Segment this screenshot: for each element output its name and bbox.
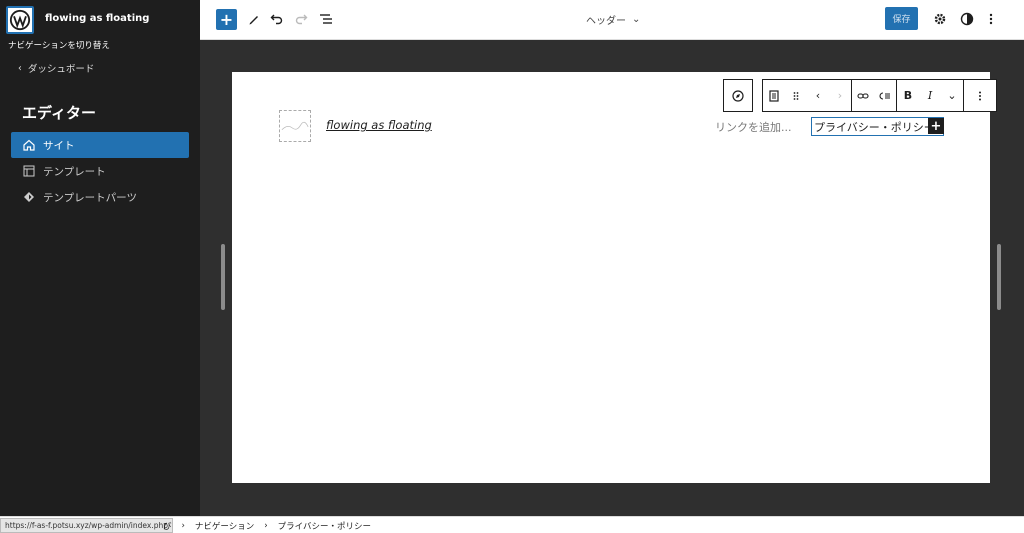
chevron-down-icon: ⌄ [947,89,957,102]
block-inserter-button[interactable]: + [216,9,237,30]
sidebar-title: エディター [22,104,96,122]
breadcrumb: び › ナビゲーション › プライバシー・ポリシー [163,520,371,532]
options-button[interactable] [982,10,1000,28]
toolbar-group-block: ‹ › [762,79,852,112]
site-name[interactable]: flowing as floating [45,13,149,24]
gear-icon [934,13,946,25]
chevron-left-icon: ‹ [815,89,821,102]
site-logo-placeholder[interactable] [279,110,311,142]
image-placeholder-icon [281,121,309,131]
bold-button[interactable]: B [897,80,919,111]
site-hub-button[interactable] [6,6,34,34]
sidebar-item-templates[interactable]: テンプレート [11,158,189,184]
more-vertical-icon [979,91,981,100]
drag-handle[interactable] [785,80,807,111]
chevron-right-icon: › [264,521,268,531]
symbol-icon [24,192,34,202]
link-button[interactable] [852,80,874,111]
resize-handle-left[interactable] [221,244,225,310]
sidebar-item-label: テンプレート [43,165,106,178]
settings-button[interactable] [931,10,949,28]
select-parent-button[interactable] [724,80,752,111]
block-options-button[interactable] [964,80,996,111]
chevron-left-icon: ‹ [18,62,22,74]
sidebar-item-template-parts[interactable]: テンプレートパーツ [11,184,189,210]
move-left-button[interactable]: ‹ [807,80,829,111]
resize-handle-right[interactable] [997,244,1001,310]
move-right-button[interactable]: › [829,80,851,111]
chevron-right-icon: › [181,521,185,531]
redo-button[interactable] [292,10,310,28]
app-root: flowing as floating ナビゲーションを切り替え ‹ ダッシュボ… [0,0,1024,533]
list-view-icon [320,14,332,24]
breadcrumb-item-navigation[interactable]: ナビゲーション [195,520,254,532]
toolbar-group-format: B I ⌄ [896,79,964,112]
undo-button[interactable] [268,10,286,28]
compass-icon [732,89,744,102]
back-link-label: ダッシュボード [27,64,95,75]
sidebar-item-site[interactable]: サイト [11,132,189,158]
navigation-link-item[interactable]: プライバシー・ポリシー [811,117,944,136]
plus-icon: + [219,10,234,29]
chevron-right-icon: › [837,89,843,102]
contrast-icon [960,12,974,26]
tools-button[interactable] [245,10,263,28]
list-view-button[interactable] [317,10,335,28]
layout-icon [23,165,35,177]
toolbar-group-parent [723,79,753,112]
home-icon [23,139,35,151]
sidebar-item-label: サイト [43,139,75,152]
more-formats-button[interactable]: ⌄ [941,80,963,111]
submenu-icon [879,91,890,100]
redo-icon [295,14,308,25]
inline-inserter-button[interactable]: + [928,118,944,134]
document-title: ヘッダー [586,16,626,27]
pencil-icon [249,16,258,25]
italic-button[interactable]: I [919,80,941,111]
toolbar-group-link [851,79,897,112]
plus-icon: + [930,118,942,134]
styles-button[interactable] [958,10,976,28]
chevron-down-icon: ⌄ [632,14,641,25]
sidebar: flowing as floating ナビゲーションを切り替え ‹ ダッシュボ… [0,0,200,516]
undo-icon [270,14,283,25]
editor-footer: https://f-as-f.potsu.xyz/wp-admin/index.… [0,516,1024,533]
wordpress-icon [9,9,31,31]
page-icon [769,89,779,102]
link-icon [857,92,869,99]
block-type-button[interactable] [763,80,785,111]
navigation-toggle[interactable]: ナビゲーションを切り替え [8,39,110,51]
site-title[interactable]: flowing as floating [326,118,432,132]
breadcrumb-item-partial[interactable]: び [163,520,172,532]
sidebar-nav: サイト テンプレート テンプレートパーツ [11,132,189,210]
document-title-dropdown[interactable]: ヘッダー ⌄ [586,12,640,27]
editor-header: + ヘッダー ⌄ 保存 [200,0,1024,40]
breadcrumb-item-privacy[interactable]: プライバシー・ポリシー [278,520,371,532]
add-submenu-button[interactable] [874,80,896,111]
back-to-dashboard-link[interactable]: ‹ ダッシュボード [18,61,95,76]
block-toolbar: ‹ › B I ⌄ [723,79,997,112]
save-button[interactable]: 保存 [885,7,918,30]
toolbar-group-options [963,79,997,112]
more-vertical-icon [989,13,993,25]
browser-status-url: https://f-as-f.potsu.xyz/wp-admin/index.… [0,518,173,533]
drag-handle-icon [793,91,799,100]
sidebar-item-label: テンプレートパーツ [43,191,137,204]
add-link-placeholder[interactable]: リンクを追加... [715,119,792,135]
